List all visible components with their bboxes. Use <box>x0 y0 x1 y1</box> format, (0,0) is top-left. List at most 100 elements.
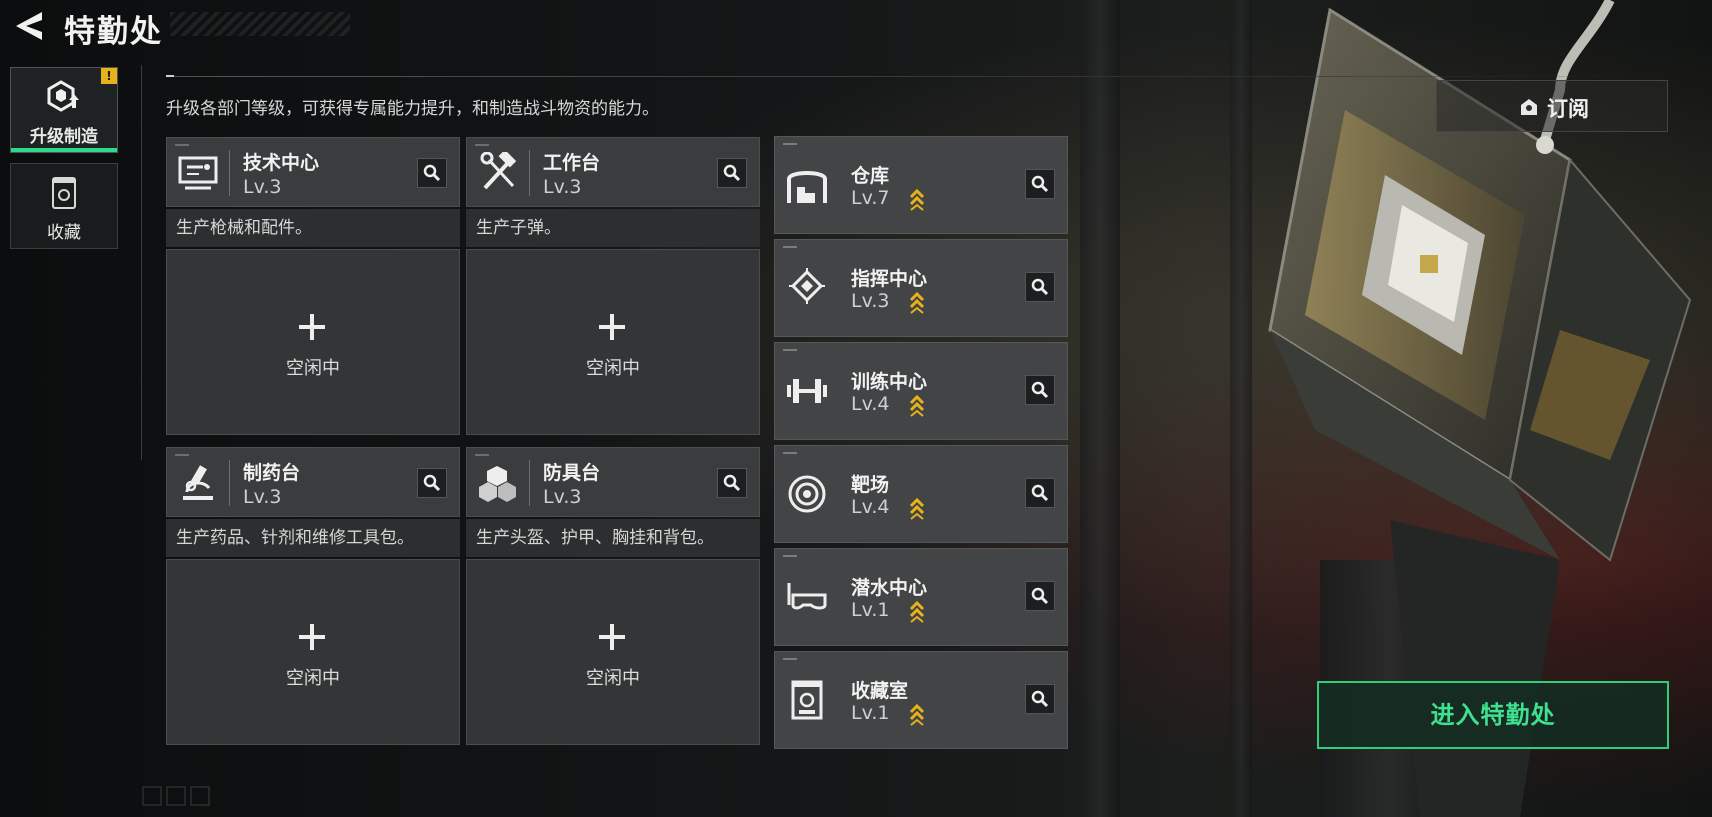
corner-tick <box>783 246 797 248</box>
chip-icon <box>789 268 825 304</box>
facility-command-center[interactable]: 指挥中心 Lv.3 <box>774 239 1068 337</box>
corner-tick <box>783 658 797 660</box>
page-title: 特勤处 <box>64 14 163 50</box>
search-icon <box>423 164 441 182</box>
divider <box>166 76 1666 77</box>
workstation-level: Lv.3 <box>543 486 582 508</box>
facility-name: 潜水中心 <box>851 577 928 599</box>
corner-tick <box>783 555 797 557</box>
target-icon <box>788 475 826 513</box>
enter-special-ops-button[interactable]: 进入特勤处 <box>1317 681 1669 749</box>
active-tab-indicator <box>11 148 117 152</box>
search-icon <box>723 164 741 182</box>
facility-level: Lv.1 <box>851 599 890 621</box>
subscribe-button[interactable]: 订阅 <box>1436 80 1668 132</box>
diving-mask-icon <box>787 583 827 610</box>
search-button[interactable] <box>717 158 747 188</box>
alert-badge: ! <box>101 68 117 84</box>
facility-level: Lv.1 <box>851 702 890 724</box>
search-icon <box>1031 175 1049 193</box>
production-slot[interactable]: 空闲中 <box>166 559 460 745</box>
facility-diving-center[interactable]: 潜水中心 Lv.1 <box>774 548 1068 646</box>
corner-tick <box>783 452 797 454</box>
corner-tick <box>783 349 797 351</box>
workstation-name: 制药台 <box>243 462 301 484</box>
workstation-subtitle: 生产头盔、护甲、胸挂和背包。 <box>466 519 760 557</box>
facility-shooting-range[interactable]: 靶场 Lv.4 <box>774 445 1068 543</box>
search-button[interactable] <box>1025 684 1055 714</box>
facility-name: 指挥中心 <box>851 268 928 290</box>
workstation-level: Lv.3 <box>243 486 282 508</box>
search-button[interactable] <box>1025 169 1055 199</box>
monitor-icon <box>178 156 218 190</box>
corner-tick <box>475 144 489 146</box>
microscope-icon <box>183 465 213 500</box>
header: 特勤处 <box>0 0 360 52</box>
search-button[interactable] <box>717 468 747 498</box>
production-slot[interactable]: 空闲中 <box>166 249 460 435</box>
upgrade-chevron-icon <box>909 291 925 314</box>
search-button[interactable] <box>417 158 447 188</box>
facility-level: Lv.7 <box>851 187 890 209</box>
workstation-name: 技术中心 <box>243 152 320 174</box>
facility-collection-room[interactable]: 收藏室 Lv.1 <box>774 651 1068 749</box>
facility-level: Lv.3 <box>851 290 890 312</box>
upgrade-craft-icon <box>47 80 79 112</box>
plus-icon <box>599 314 625 340</box>
workstation-subtitle: 生产子弹。 <box>466 209 760 247</box>
workstation-level: Lv.3 <box>543 176 582 198</box>
search-button[interactable] <box>1025 375 1055 405</box>
separator <box>529 150 530 196</box>
plus-icon <box>299 624 325 650</box>
search-button[interactable] <box>417 468 447 498</box>
dumbbell-icon <box>787 379 827 403</box>
subscribe-label: 订阅 <box>1547 97 1589 121</box>
facility-name: 靶场 <box>851 474 890 496</box>
hammer-wrench-icon <box>480 152 517 190</box>
upgrade-chevron-icon <box>909 600 925 623</box>
search-icon <box>723 474 741 492</box>
search-icon <box>1031 278 1049 296</box>
slot-status: 空闲中 <box>286 358 340 379</box>
corner-tick <box>175 144 189 146</box>
facility-level: Lv.4 <box>851 496 890 518</box>
workstation-subtitle: 生产药品、针剂和维修工具包。 <box>166 519 460 557</box>
workstation-header[interactable]: 工作台 Lv.3 <box>466 137 760 207</box>
workstation-header[interactable]: 制药台 Lv.3 <box>166 447 460 517</box>
separator <box>229 150 230 196</box>
search-button[interactable] <box>1025 272 1055 302</box>
armor-blocks-icon <box>479 466 516 502</box>
section-description: 升级各部门等级，可获得专属能力提升，和制造战斗物资的能力。 <box>166 99 659 119</box>
divider <box>141 65 142 460</box>
upgrade-chevron-icon <box>909 394 925 417</box>
search-button[interactable] <box>1025 581 1055 611</box>
tab-collection[interactable]: 收藏 <box>10 163 118 249</box>
slot-status: 空闲中 <box>586 358 640 379</box>
separator <box>229 460 230 506</box>
subscribe-bell-icon <box>1521 99 1537 115</box>
upgrade-chevron-icon <box>909 703 925 726</box>
warehouse-icon <box>787 171 827 203</box>
plus-icon <box>299 314 325 340</box>
facility-training-center[interactable]: 训练中心 Lv.4 <box>774 342 1068 440</box>
facility-level: Lv.4 <box>851 393 890 415</box>
production-slot[interactable]: 空闲中 <box>466 249 760 435</box>
plus-icon <box>599 624 625 650</box>
search-icon <box>1031 484 1049 502</box>
facility-name: 收藏室 <box>851 680 909 702</box>
display-case-icon <box>791 680 823 720</box>
upgrade-chevron-icon <box>909 188 925 211</box>
search-button[interactable] <box>1025 478 1055 508</box>
upgrade-chevron-icon <box>909 497 925 520</box>
back-arrow-icon[interactable] <box>12 8 46 44</box>
tab-upgrade-craft[interactable]: ! 升级制造 <box>10 67 118 153</box>
production-slot[interactable]: 空闲中 <box>466 559 760 745</box>
title-decoration <box>170 12 350 36</box>
separator <box>529 460 530 506</box>
search-icon <box>1031 381 1049 399</box>
collection-icon <box>52 177 76 209</box>
facility-warehouse[interactable]: 仓库 Lv.7 <box>774 136 1068 234</box>
workstation-header[interactable]: 技术中心 Lv.3 <box>166 137 460 207</box>
workstation-level: Lv.3 <box>243 176 282 198</box>
workstation-header[interactable]: 防具台 Lv.3 <box>466 447 760 517</box>
